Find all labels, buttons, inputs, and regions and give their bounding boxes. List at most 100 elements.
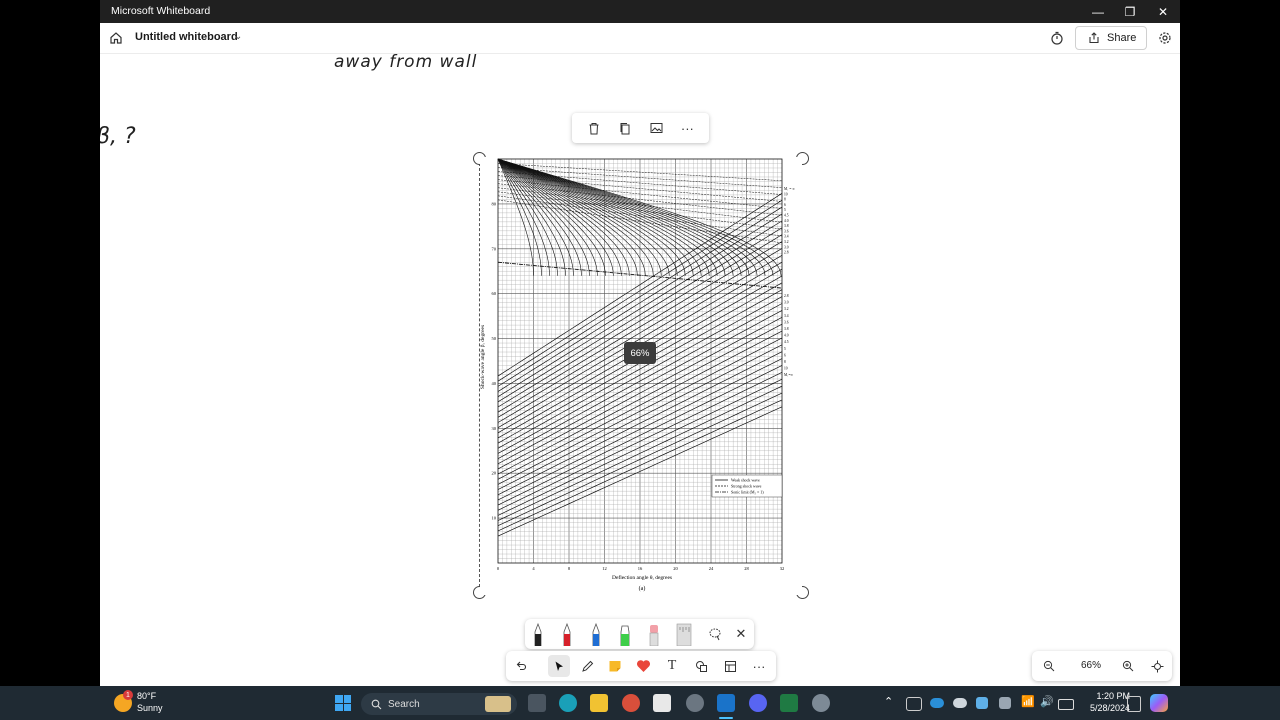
home-button[interactable] — [107, 29, 125, 47]
image-options-button[interactable] — [645, 117, 667, 139]
close-pen-tray-button[interactable]: ✕ — [730, 623, 752, 645]
onedrive-icon-1[interactable] — [930, 698, 944, 708]
fit-to-screen-button[interactable] — [1146, 655, 1168, 677]
x-tick-label: 12 — [602, 566, 607, 571]
mach-label-lower: 3.2 — [784, 307, 789, 311]
mach-label-upper: 3.8 — [784, 224, 789, 228]
task-view-icon[interactable] — [528, 694, 546, 712]
mach-label-upper: 6 — [784, 203, 786, 207]
gear-icon — [1159, 32, 1171, 44]
lasso-select-button[interactable] — [704, 623, 726, 645]
zoom-in-button[interactable] — [1117, 655, 1139, 677]
share-button[interactable]: Share — [1075, 26, 1147, 50]
clock-time[interactable]: 1:20 PM — [1080, 691, 1130, 701]
text-tool-button[interactable]: T — [661, 655, 683, 677]
battery-icon[interactable] — [1058, 699, 1074, 710]
edge-icon[interactable] — [559, 694, 577, 712]
ruler[interactable] — [675, 622, 693, 646]
pen-tray-icon[interactable] — [999, 697, 1011, 709]
zoom-tooltip: 66% — [624, 342, 656, 364]
copilot-icon[interactable] — [1150, 694, 1168, 712]
x-tick-label: 32 — [780, 566, 785, 571]
chrome-icon[interactable] — [622, 694, 640, 712]
mach-label-lower: 4.0 — [784, 334, 789, 338]
mach-label-upper: 3.2 — [784, 240, 789, 244]
shapes-icon — [695, 660, 707, 672]
wifi-icon[interactable]: 📶 — [1021, 695, 1035, 708]
discord-icon[interactable] — [749, 694, 767, 712]
zoom-in-icon — [1122, 660, 1134, 672]
template-icon — [724, 660, 736, 672]
taskbar-search-input[interactable]: Search — [361, 693, 517, 715]
zoom-control: 66% — [1032, 651, 1172, 681]
app-icon[interactable] — [686, 694, 704, 712]
minimize-button[interactable]: — — [1081, 0, 1115, 23]
more-options-button[interactable]: ··· — [676, 117, 698, 139]
black-pen[interactable] — [531, 622, 545, 646]
pen-tool-button[interactable] — [576, 655, 598, 677]
zoom-out-button[interactable] — [1038, 655, 1060, 677]
mach-label-upper: 4.5 — [784, 214, 789, 218]
clock-date[interactable]: 5/28/2024 — [1076, 703, 1130, 713]
mach-label-lower: 6 — [784, 353, 786, 357]
red-pen[interactable] — [560, 622, 574, 646]
fit-screen-icon — [1151, 660, 1163, 672]
shapes-button[interactable] — [690, 655, 712, 677]
notifications-icon[interactable] — [1127, 696, 1141, 712]
timer-button[interactable] — [1048, 29, 1066, 47]
whiteboard-canvas[interactable]: away from wall β, ? ··· 10 20 30 40 50 60 70 80 — [100, 52, 1180, 686]
green-highlighter[interactable] — [618, 622, 632, 646]
sticky-note-button[interactable] — [604, 655, 626, 677]
mach-label-upper: 2.8 — [784, 251, 789, 255]
y-tick-label: 30 — [492, 426, 497, 431]
eraser[interactable] — [647, 622, 661, 646]
heart-icon — [636, 660, 650, 672]
y-tick-label: 20 — [492, 471, 497, 476]
y-tick-label: 40 — [492, 381, 497, 386]
y-tick-label: 70 — [492, 246, 497, 251]
weather-temp: 80°F — [137, 691, 157, 701]
weather-desc: Sunny — [137, 703, 163, 713]
mach-label-lower: M₁=∞ — [784, 373, 793, 377]
active-app-indicator — [719, 717, 733, 719]
handwritten-note-away-from-wall[interactable]: away from wall — [334, 52, 477, 72]
blue-pen[interactable] — [589, 622, 603, 646]
tray-app-icon-1[interactable] — [906, 697, 922, 711]
select-tool-button[interactable] — [548, 655, 570, 677]
delete-button[interactable] — [583, 117, 605, 139]
whiteboard-app-icon[interactable] — [717, 694, 735, 712]
tray-overflow-icon[interactable]: ⌃ — [884, 695, 893, 708]
text-icon: T — [667, 658, 677, 673]
settings-app-icon[interactable] — [812, 694, 830, 712]
excel-icon[interactable] — [780, 694, 798, 712]
more-tools-button[interactable]: ··· — [748, 655, 770, 677]
chevron-down-icon[interactable]: ⌄ — [234, 31, 242, 42]
mach-label-lower: 10 — [784, 367, 788, 371]
settings-button[interactable] — [1156, 29, 1174, 47]
handwritten-note-beta[interactable]: β, ? — [100, 124, 136, 149]
x-axis-label: Deflection angle θ, degrees — [612, 574, 672, 581]
x-tick-label: 20 — [673, 566, 678, 571]
mach-label-lower: 3.0 — [784, 301, 789, 305]
file-explorer-icon[interactable] — [590, 694, 608, 712]
share-label: Share — [1107, 32, 1137, 44]
close-window-button[interactable]: ✕ — [1146, 0, 1180, 23]
reactions-button[interactable] — [632, 655, 654, 677]
snipping-tool-icon[interactable] — [653, 694, 671, 712]
start-button[interactable] — [335, 695, 351, 711]
y-tick-label: 50 — [492, 336, 497, 341]
copy-button[interactable] — [614, 117, 636, 139]
mach-label-lower: 2.8 — [784, 294, 789, 298]
restore-button[interactable]: ❐ — [1113, 0, 1147, 23]
templates-button[interactable] — [719, 655, 741, 677]
undo-button[interactable] — [510, 655, 532, 677]
lasso-icon — [709, 628, 721, 641]
document-title[interactable]: Untitled whiteboard — [135, 31, 238, 43]
volume-icon[interactable]: 🔊 — [1040, 695, 1054, 708]
mach-label-upper: 5 — [784, 208, 786, 212]
y-tick-label: 80 — [492, 201, 497, 206]
y-tick-label: 60 — [492, 291, 497, 296]
onedrive-icon-2[interactable] — [953, 698, 967, 708]
shock-wave-chart-image[interactable]: 1020304050607080 0 4 8 12 16 20 24 28 32 M₁ = ∞1… — [480, 157, 802, 595]
tray-app-icon-2[interactable] — [976, 697, 988, 709]
